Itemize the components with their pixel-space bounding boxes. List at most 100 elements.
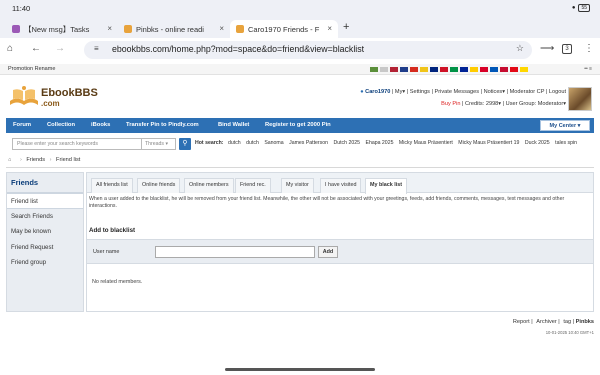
private-messages-link[interactable]: Private Messages <box>435 89 479 95</box>
flag-icon[interactable] <box>400 67 408 72</box>
avatar[interactable] <box>568 87 592 111</box>
flag-icon[interactable] <box>380 67 388 72</box>
footer-report[interactable]: Report <box>513 319 530 325</box>
buy-pin-link[interactable]: Buy Pin <box>441 101 460 107</box>
flag-icon[interactable] <box>520 67 528 72</box>
flag-icon[interactable] <box>450 67 458 72</box>
friend-tabs: All friends list Online friends Online m… <box>87 173 593 194</box>
more-menu-icon[interactable]: ⋮ <box>584 43 594 54</box>
search-scope-select[interactable]: Threads ▾ <box>142 138 176 150</box>
nav-forum[interactable]: Forum <box>13 122 31 128</box>
search-input[interactable]: Please enter your search keywords <box>12 138 142 150</box>
tab-online-members[interactable]: Online members <box>184 178 234 193</box>
divider <box>6 167 594 168</box>
share-icon[interactable]: ⟶ <box>540 43 554 54</box>
nav-collection[interactable]: Collection <box>47 122 75 128</box>
tab-online-friends[interactable]: Online friends <box>137 178 181 193</box>
address-bar[interactable]: ≡ ebookbbs.com/home.php?mod=space&do=fri… <box>84 41 532 59</box>
gesture-bar[interactable] <box>225 368 375 371</box>
tab-i-have-visited[interactable]: I have visited <box>320 178 362 193</box>
footer-archiver[interactable]: Archiver <box>536 319 557 325</box>
hot-search-item[interactable]: dutch <box>246 140 259 146</box>
forward-icon[interactable]: → <box>55 43 65 54</box>
url-text: ebookbbs.com/home.php?mod=space&do=frien… <box>112 44 365 54</box>
moderator-cp-link[interactable]: Moderator CP <box>510 89 545 95</box>
tab-my-black-list[interactable]: My black list <box>365 178 408 194</box>
language-flags[interactable] <box>370 67 528 72</box>
browser-tab-friends[interactable]: Caro1970 Friends - F × <box>230 20 338 38</box>
sidebar-item-friend-group[interactable]: Friend group <box>7 255 83 271</box>
close-icon[interactable]: × <box>327 24 332 33</box>
empty-state: No related members. <box>92 279 143 285</box>
flag-icon[interactable] <box>440 67 448 72</box>
nav-transfer-pin[interactable]: Transfer Pin to Pindly.com <box>126 122 199 128</box>
hot-search-item[interactable]: Ehapa 2025 <box>365 140 393 146</box>
home-icon[interactable]: ⌂ <box>7 43 13 54</box>
sidebar-item-friend-request[interactable]: Friend Request <box>7 240 83 256</box>
home-icon[interactable]: ⌂ <box>8 157 11 163</box>
nav-register-pin[interactable]: Register to get 2000 Pin <box>265 122 331 128</box>
sidebar-item-may-be-known[interactable]: May be known <box>7 224 83 240</box>
browser-tab-tasks[interactable]: 【New msg】Tasks × <box>6 20 118 38</box>
logout-link[interactable]: Logout <box>549 89 566 95</box>
sidebar-item-search-friends[interactable]: Search Friends <box>7 209 83 225</box>
site-logo[interactable]: EbookBBS .com <box>8 83 103 111</box>
open-book-icon <box>10 86 38 105</box>
browser-tab-pinbks[interactable]: Pinbks - online readi × <box>118 20 230 38</box>
tab-my-visitor[interactable]: My visitor <box>281 178 314 193</box>
hot-search-item[interactable]: Micky Maus Präsentiert 19 <box>458 140 519 146</box>
search-row: Please enter your search keywords Thread… <box>6 137 594 151</box>
footer-tag[interactable]: tag <box>563 319 571 325</box>
flag-icon[interactable] <box>510 67 518 72</box>
my-center-label: My Center <box>549 123 577 129</box>
hot-search-item[interactable]: Duck 2025 <box>525 140 550 146</box>
hot-search: Hot search: dutch dutch Sanoma James Pat… <box>195 140 581 146</box>
hot-search-item[interactable]: Micky Maus Präsentiert <box>399 140 453 146</box>
user-group-menu[interactable]: User Group: Moderator <box>506 101 564 107</box>
breadcrumb-friend-list[interactable]: Friend list <box>56 157 80 163</box>
my-center-button[interactable]: My Center ▾ <box>540 120 590 131</box>
flag-icon[interactable] <box>480 67 488 72</box>
flag-icon[interactable] <box>410 67 418 72</box>
nav-ibooks[interactable]: iBooks <box>91 122 110 128</box>
credits-menu[interactable]: Credits: 2998 <box>465 101 498 107</box>
back-icon[interactable]: ← <box>31 43 41 54</box>
close-icon[interactable]: × <box>107 24 112 33</box>
tab-switcher-button[interactable]: 3 <box>562 44 572 54</box>
search-button[interactable]: ⚲ <box>179 138 191 150</box>
my-menu[interactable]: My <box>395 89 402 95</box>
flag-icon[interactable] <box>430 67 438 72</box>
hot-search-item[interactable]: Dutch 2025 <box>333 140 360 146</box>
new-tab-icon[interactable]: + <box>343 21 349 33</box>
hot-search-item[interactable]: Sanoma <box>264 140 283 146</box>
android-status-bar: 11:40 ● 55 <box>0 0 600 18</box>
settings-link[interactable]: Settings <box>410 89 430 95</box>
hot-search-item[interactable]: dutch <box>228 140 241 146</box>
flag-icon[interactable] <box>370 67 378 72</box>
site-settings-icon[interactable]: ≡ <box>94 44 99 53</box>
flag-icon[interactable] <box>420 67 428 72</box>
flag-icon[interactable] <box>500 67 508 72</box>
blacklist-panel: All friends list Online friends Online m… <box>86 172 594 312</box>
bookmark-star-icon[interactable]: ☆ <box>516 43 524 54</box>
flag-icon[interactable] <box>490 67 498 72</box>
hot-search-item[interactable]: James Patterson <box>289 140 328 146</box>
hot-search-item[interactable]: tales spin <box>555 140 577 146</box>
add-button[interactable]: Add <box>318 246 338 258</box>
username-link[interactable]: Caro1970 <box>365 89 390 95</box>
logo-domain: .com <box>41 99 60 108</box>
tab-friend-rec[interactable]: Friend rec. <box>235 178 271 193</box>
flag-icon[interactable] <box>470 67 478 72</box>
flag-icon[interactable] <box>460 67 468 72</box>
topbar-extra[interactable]: •• ≡ <box>584 66 592 72</box>
username-input[interactable] <box>155 246 315 258</box>
topbar-links[interactable]: Promotion Rename <box>8 66 55 72</box>
sidebar-item-friend-list[interactable]: Friend list <box>7 193 83 209</box>
nav-bind-wallet[interactable]: Bind Wallet <box>218 122 249 128</box>
breadcrumb-friends[interactable]: Friends <box>26 157 45 163</box>
flag-icon[interactable] <box>390 67 398 72</box>
notices-menu[interactable]: Notices <box>484 89 503 95</box>
tab-all-friends[interactable]: All friends list <box>91 178 133 193</box>
close-icon[interactable]: × <box>219 24 224 33</box>
footer-pinbks[interactable]: Pinbks <box>576 319 594 325</box>
